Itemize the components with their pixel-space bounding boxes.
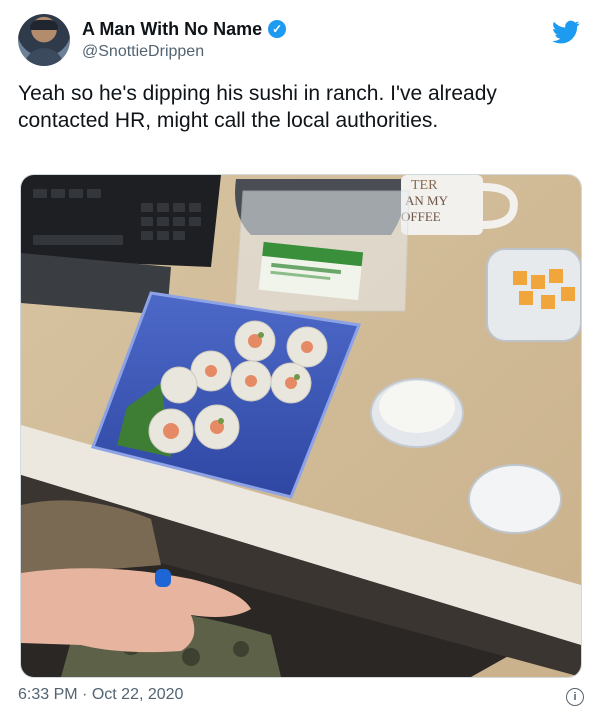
tweet-timestamp[interactable]: 6:33 PM · Oct 22, 2020 — [18, 686, 183, 704]
avatar[interactable] — [18, 14, 70, 66]
tweet-time[interactable]: 6:33 PM — [18, 686, 78, 703]
blue-ring — [155, 569, 171, 587]
display-name[interactable]: A Man With No Name — [82, 18, 262, 40]
tweet-header: A Man With No Name ✓ @SnottieDrippen — [18, 14, 582, 70]
verified-badge-icon: ✓ — [268, 20, 287, 38]
photo-illustration: TER AN MY OFFEE — [21, 175, 581, 677]
ranch-cup — [370, 378, 464, 448]
twitter-bird-icon[interactable] — [550, 18, 582, 46]
mug-text-2: AN MY — [405, 193, 449, 208]
user-handle[interactable]: @SnottieDrippen — [82, 42, 204, 62]
fruit-container — [486, 248, 581, 342]
tweet-photo[interactable]: TER AN MY OFFEE — [20, 174, 582, 678]
mug-text-1: TER — [411, 178, 438, 193]
info-icon[interactable]: i — [566, 688, 584, 706]
timestamp-separator: · — [82, 686, 88, 703]
tweet-date[interactable]: Oct 22, 2020 — [92, 686, 184, 703]
tweet-text: Yeah so he's dipping his sushi in ranch.… — [18, 82, 497, 132]
cup-lid — [468, 464, 562, 534]
display-name-row[interactable]: A Man With No Name ✓ — [82, 18, 287, 40]
